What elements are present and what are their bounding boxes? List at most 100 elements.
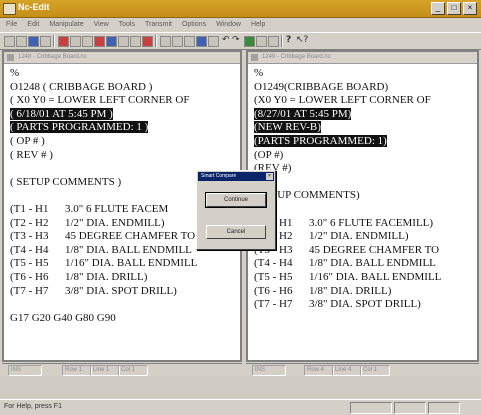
code-line[interactable]: (X0 Y0 = LOWER LEFT CORNER OF: [254, 94, 441, 108]
code-line-text: O1248 ( CRIBBAGE BOARD ): [10, 80, 153, 93]
smart-compare-dialog: Smart Compare × Continue Cancel: [196, 170, 276, 250]
continue-button[interactable]: Continue: [205, 192, 267, 208]
minimize-icon[interactable]: _: [431, 2, 445, 15]
code-line[interactable]: ( OP # ): [10, 135, 197, 149]
code-line[interactable]: %: [254, 67, 441, 81]
code-line[interactable]: [254, 203, 441, 217]
maximize-icon[interactable]: □: [447, 2, 461, 15]
print-icon[interactable]: [40, 36, 51, 47]
code-line-text: (T7 - H7 3/8" DIA. SPOT DRILL): [10, 284, 177, 297]
new-file-icon[interactable]: [4, 36, 15, 47]
close-icon[interactable]: ×: [266, 173, 273, 180]
run-icon[interactable]: [244, 36, 255, 47]
code-line[interactable]: (SETUP COMMENTS): [254, 189, 441, 203]
code-line-text-selected: ( 6/18/01 AT 5:45 PM ): [10, 107, 113, 120]
copy-icon[interactable]: [70, 36, 81, 47]
code-line-text: (OP #): [254, 148, 284, 161]
menu-item-options[interactable]: Options: [182, 18, 206, 31]
code-line[interactable]: (T6 - H6 1/8" DIA. DRILL): [10, 271, 197, 285]
code-line-text: (T3 - H3 45 DEGREE CHAMFER TO: [254, 243, 440, 256]
code-line[interactable]: ( REV # ): [10, 149, 197, 163]
window-icon[interactable]: [208, 36, 219, 47]
left-pane-title-bar: 1248 - Cribbage Board.nc: [4, 52, 240, 64]
paste-icon[interactable]: [82, 36, 93, 47]
code-line[interactable]: (8/27/01 AT 5:45 PM): [254, 107, 441, 122]
find-icon[interactable]: [94, 36, 105, 47]
list-icon[interactable]: [268, 36, 279, 47]
menu-item-transmit[interactable]: Transmit: [145, 18, 172, 31]
menu-item-window[interactable]: Window: [216, 18, 241, 31]
save-icon[interactable]: [28, 36, 39, 47]
code-line-text-selected: (NEW REV-B): [254, 121, 321, 134]
code-line-text: (T7 - H7 3/8" DIA. SPOT DRILL): [254, 298, 421, 311]
code-line-text: (T5 - H5 1/16" DIA. BALL ENDMILL: [254, 270, 442, 283]
code-line[interactable]: (T1 - H1 3.0" 6 FLUTE FACEMILL): [254, 217, 441, 231]
code-line[interactable]: (T1 - H1 3.0" 6 FLUTE FACEM: [10, 203, 197, 217]
transmit-icon[interactable]: [130, 36, 141, 47]
code-line-text: ( REV # ): [10, 148, 53, 161]
code-line[interactable]: (T5 - H5 1/16" DIA. BALL ENDMILL: [254, 271, 441, 285]
code-line-text: (T2 - H2 1/2" DIA. ENDMILL): [10, 216, 165, 229]
help-icon[interactable]: ?: [286, 35, 291, 46]
menu-item-edit[interactable]: Edit: [27, 18, 39, 31]
code-line[interactable]: (NEW REV-B): [254, 121, 441, 135]
right-code-text[interactable]: % O1249(CRIBBAGE BOARD) (X0 Y0 = LOWER LEF…: [254, 67, 441, 312]
code-line[interactable]: [254, 176, 441, 190]
redo-icon[interactable]: ↷: [232, 35, 240, 46]
code-line[interactable]: G17 G20 G40 G80 G90: [10, 312, 197, 326]
menu-item-help[interactable]: Help: [251, 18, 265, 31]
menu-item-manipulate[interactable]: Manipulate: [49, 18, 83, 31]
undo-icon[interactable]: ↶: [222, 35, 230, 46]
code-line[interactable]: (T2 - H2 1/2" DIA. ENDMILL): [10, 217, 197, 231]
grid-icon[interactable]: [256, 36, 267, 47]
code-line[interactable]: ( SETUP COMMENTS ): [10, 176, 197, 190]
code-line[interactable]: (T7 - H7 3/8" DIA. SPOT DRILL): [254, 298, 441, 312]
code-line[interactable]: O1249(CRIBBAGE BOARD): [254, 81, 441, 95]
close-icon[interactable]: ×: [463, 2, 477, 15]
code-line[interactable]: (T3 - H3 45 DEGREE CHAMFER TO: [10, 230, 197, 244]
code-line[interactable]: (T4 - H4 1/8" DIA. BALL ENDMILL: [10, 244, 197, 258]
code-line-text: (T1 - H1 3.0" 6 FLUTE FACEMILL): [254, 216, 434, 229]
right-pane-title-bar: 1249 - Cribbage Board.nc: [248, 52, 477, 64]
open-file-icon[interactable]: [16, 36, 27, 47]
code-line[interactable]: [10, 298, 197, 312]
code-line[interactable]: %: [10, 67, 197, 81]
menu-item-view[interactable]: View: [94, 18, 109, 31]
menu-item-tools[interactable]: Tools: [119, 18, 135, 31]
cut-icon[interactable]: [58, 36, 69, 47]
left-code-text[interactable]: % O1248 ( CRIBBAGE BOARD )( X0 Y0 = LOWER…: [10, 67, 197, 325]
code-line[interactable]: (OP #): [254, 149, 441, 163]
code-line[interactable]: (T4 - H4 1/8" DIA. BALL ENDMILL: [254, 257, 441, 271]
menu-item-file[interactable]: File: [6, 18, 17, 31]
code-line-text: (T1 - H1 3.0" 6 FLUTE FACEM: [10, 202, 169, 215]
document-icon: [251, 54, 258, 61]
code-line[interactable]: (T2 - H2 1/2" DIA. ENDMILL): [254, 230, 441, 244]
code-line[interactable]: ( PARTS PROGRAMMED: 1 ): [10, 121, 197, 135]
code-line[interactable]: [10, 189, 197, 203]
code-line[interactable]: O1248 ( CRIBBAGE BOARD ): [10, 81, 197, 95]
code-line[interactable]: (T7 - H7 3/8" DIA. SPOT DRILL): [10, 285, 197, 299]
settings-icon[interactable]: [196, 36, 207, 47]
cancel-button[interactable]: Cancel: [206, 225, 266, 239]
code-line[interactable]: (REV #): [254, 162, 441, 176]
code-line[interactable]: (PARTS PROGRAMMED: 1): [254, 134, 441, 149]
tool-icon[interactable]: [172, 36, 183, 47]
context-help-icon[interactable]: ↖?: [296, 35, 308, 46]
title-bar: Nc-Edit _ □ ×: [0, 0, 481, 18]
code-line[interactable]: (T6 - H6 1/8" DIA. DRILL): [254, 285, 441, 299]
receive-icon[interactable]: [142, 36, 153, 47]
insert-mode: INS: [252, 365, 286, 376]
code-line[interactable]: (T3 - H3 45 DEGREE CHAMFER TO: [254, 244, 441, 258]
right-pane-title: 1249 - Cribbage Board.nc: [262, 54, 331, 60]
code-line[interactable]: ( X0 Y0 = LOWER LEFT CORNER OF: [10, 94, 197, 108]
code-line[interactable]: [10, 162, 197, 176]
calc-icon[interactable]: [184, 36, 195, 47]
backplot-icon[interactable]: [160, 36, 171, 47]
code-line-text: ( SETUP COMMENTS ): [10, 175, 122, 188]
code-line-text-selected: (8/27/01 AT 5:45 PM): [254, 107, 352, 120]
code-line[interactable]: (T5 - H5 1/16" DIA. BALL ENDMILL: [10, 257, 197, 271]
right-editor-pane[interactable]: 1249 - Cribbage Board.nc % O1249(CRIBBAGE…: [246, 50, 479, 362]
code-line[interactable]: ( 6/18/01 AT 5:45 PM ): [10, 107, 197, 122]
renumber-icon[interactable]: [106, 36, 117, 47]
compare-icon[interactable]: [118, 36, 129, 47]
